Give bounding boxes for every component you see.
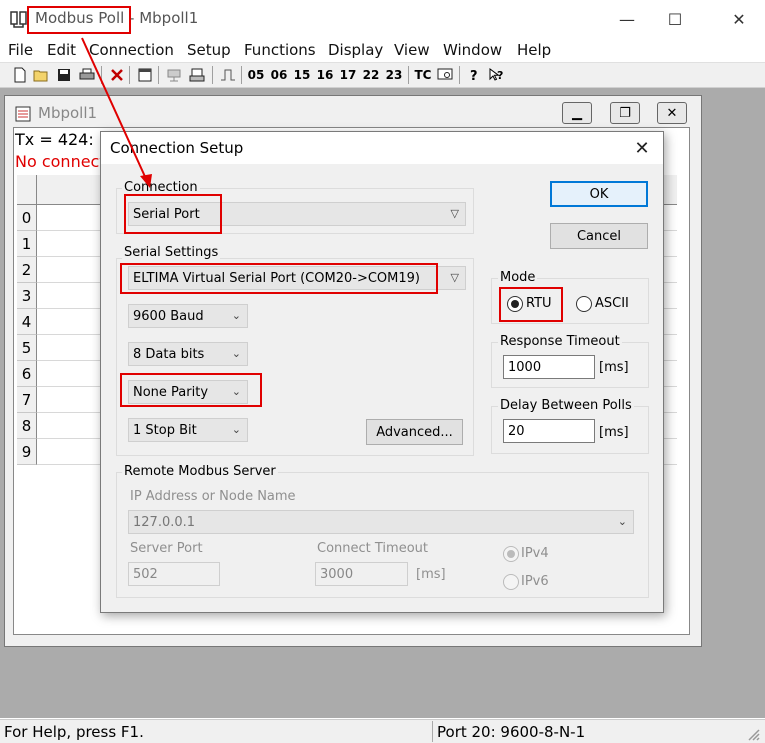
status-port-text: Port 20: 9600-8-N-1 (437, 723, 586, 741)
resize-grip-icon[interactable] (746, 727, 760, 741)
status-help-text: For Help, press F1. (4, 723, 144, 741)
highlight-arrow (81, 37, 152, 188)
